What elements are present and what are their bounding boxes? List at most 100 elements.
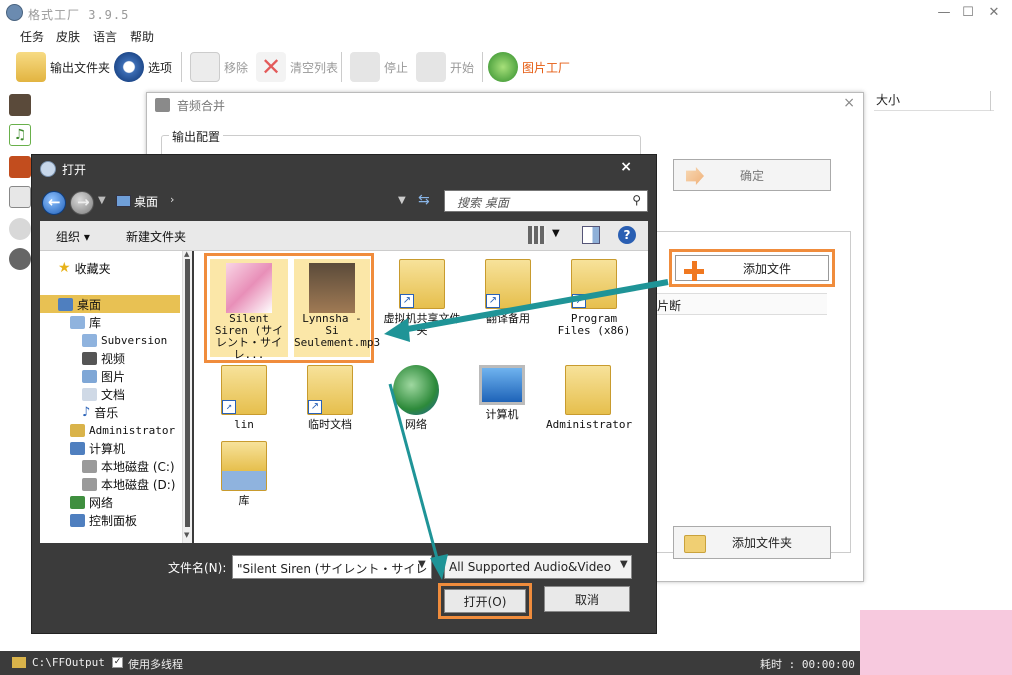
multithread-checkbox[interactable]: ✓ xyxy=(112,657,123,668)
nav-favorites[interactable]: ★ 收藏夹 xyxy=(58,259,111,277)
filename-dropdown-icon[interactable]: ▼ xyxy=(418,559,426,570)
output-path[interactable]: C:\FFOutput xyxy=(32,656,105,669)
merge-close-icon[interactable]: × xyxy=(843,95,855,111)
open-dialog-title: 打开 xyxy=(62,163,87,177)
file-item-network[interactable]: 网络 xyxy=(374,365,458,431)
view-mode-icon[interactable] xyxy=(528,226,546,244)
filename-input[interactable]: "Silent Siren (サイレント・サイレ xyxy=(232,555,432,579)
nav-computer[interactable]: 计算机 xyxy=(70,439,125,457)
add-folder-button[interactable]: 添加文件夹 xyxy=(673,526,831,559)
add-file-button[interactable]: 添加文件 xyxy=(669,249,835,287)
control-panel-icon xyxy=(70,513,85,527)
nav-control-panel[interactable]: 控制面板 xyxy=(70,511,137,529)
back-arrow-icon[interactable]: ← xyxy=(42,191,66,215)
toolbar-separator xyxy=(181,52,182,82)
folder-add-icon xyxy=(684,535,706,553)
clip-column-header[interactable]: 片断 xyxy=(657,297,681,314)
file-grid: Silent Siren (サイレント・サイレ... Lynnsha - Si … xyxy=(194,251,648,543)
nav-label: 图片 xyxy=(101,369,126,384)
file-item-vm-share[interactable]: ↗ 虚拟机共享文件夹 xyxy=(380,259,464,337)
picture-factory-button[interactable]: 图片工厂 xyxy=(488,50,570,84)
search-input[interactable]: 搜索 桌面 ⚲ xyxy=(444,190,648,212)
nav-drive-c[interactable]: 本地磁盘 (C:) xyxy=(82,457,175,475)
nav-subversion[interactable]: Subversion xyxy=(82,331,167,349)
toolbar-separator xyxy=(482,52,483,82)
video-category-icon[interactable] xyxy=(9,94,31,116)
picture-category-icon[interactable] xyxy=(9,156,31,178)
nav-pictures[interactable]: 图片 xyxy=(82,367,125,385)
clear-list-button[interactable]: ✕ 清空列表 xyxy=(256,50,338,84)
computer-icon xyxy=(70,441,85,455)
nav-desktop[interactable]: 桌面 xyxy=(40,295,180,313)
file-item-translate-backup[interactable]: ↗ 翻译备用 xyxy=(466,259,550,325)
stop-button[interactable]: 停止 xyxy=(350,50,408,84)
nav-scrollbar[interactable]: ▲ ▼ xyxy=(182,250,192,543)
nav-network[interactable]: 网络 xyxy=(70,493,113,511)
menubar: 任务 皮肤 语言 帮助 xyxy=(0,26,1012,46)
menu-task[interactable]: 任务 xyxy=(20,28,44,45)
file-item-temp-docs[interactable]: ↗ 临时文档 xyxy=(288,365,372,431)
menu-help[interactable]: 帮助 xyxy=(130,28,154,45)
file-item-computer[interactable]: 计算机 xyxy=(460,365,544,421)
file-item-administrator[interactable]: Administrator xyxy=(546,365,632,431)
file-item-program-files[interactable]: ↗ Program Files (x86) xyxy=(552,259,636,337)
audio-category-icon[interactable]: ♫ xyxy=(9,124,31,146)
file-item-silent-siren[interactable]: Silent Siren (サイレント・サイレ... xyxy=(210,259,288,361)
filetype-dropdown-icon[interactable]: ▼ xyxy=(620,559,628,570)
output-folder-button[interactable]: 输出文件夹 xyxy=(16,50,110,84)
help-icon[interactable]: ? xyxy=(618,226,636,244)
app-title: 格式工厂 3.9.5 xyxy=(28,8,130,22)
options-button[interactable]: 选项 xyxy=(114,50,172,84)
user-folder-icon xyxy=(565,365,611,415)
scrollbar-thumb[interactable] xyxy=(185,259,190,527)
music-note-icon: ♪ xyxy=(82,404,91,420)
new-folder-button[interactable]: 新建文件夹 xyxy=(126,228,186,245)
close-icon[interactable]: ✕ xyxy=(984,4,1004,22)
nav-administrator[interactable]: Administrator xyxy=(70,421,175,439)
folder-icon xyxy=(16,52,46,82)
options-label: 选项 xyxy=(148,60,173,75)
nav-drive-d[interactable]: 本地磁盘 (D:) xyxy=(82,475,175,493)
preview-pane-icon[interactable] xyxy=(582,226,600,244)
open-file-dialog: 打开 × ← → ▼ 桌面 › ▼ ⇆ 搜索 桌面 ⚲ 组织 ▾ 新建文件夹 ▼… xyxy=(31,154,657,634)
tools-category-icon[interactable] xyxy=(9,248,31,270)
address-dropdown-icon[interactable]: ▼ xyxy=(398,195,406,206)
refresh-icon[interactable]: ⇆ xyxy=(418,192,430,208)
open-button[interactable]: 打开(O) xyxy=(438,583,532,619)
merge-icon xyxy=(155,98,170,112)
open-close-icon[interactable]: × xyxy=(620,159,632,175)
minimize-icon[interactable]: — xyxy=(934,4,954,22)
organize-button[interactable]: 组织 ▾ xyxy=(56,228,90,245)
maximize-icon[interactable]: ☐ xyxy=(958,4,978,22)
menu-skin[interactable]: 皮肤 xyxy=(56,28,80,45)
file-item-lynnsha[interactable]: Lynnsha - Si Seulement.mp3 xyxy=(294,259,380,357)
start-button[interactable]: 开始 xyxy=(416,50,474,84)
remove-button[interactable]: 移除 xyxy=(190,50,248,84)
file-item-libraries[interactable]: 库 xyxy=(202,441,286,507)
picture-icon xyxy=(82,369,97,383)
scroll-up-icon[interactable]: ▲ xyxy=(184,250,189,258)
ok-button[interactable]: 确定 xyxy=(673,159,831,191)
history-dropdown-icon[interactable]: ▼ xyxy=(98,195,106,206)
nav-label: 收藏夹 xyxy=(74,261,111,276)
nav-label: 库 xyxy=(89,315,102,330)
nav-music[interactable]: ♪ 音乐 xyxy=(82,403,118,421)
address-chevron-icon[interactable]: › xyxy=(170,193,174,206)
filetype-select[interactable]: All Supported Audio&Video xyxy=(444,555,632,579)
file-item-lin[interactable]: ↗ lin xyxy=(202,365,286,431)
scroll-down-icon[interactable]: ▼ xyxy=(184,531,189,539)
nav-libraries[interactable]: 库 xyxy=(70,313,101,331)
nav-videos[interactable]: 视频 xyxy=(82,349,125,367)
cancel-button[interactable]: 取消 xyxy=(544,586,630,612)
disc-category-icon[interactable] xyxy=(9,218,31,240)
address-bar-location[interactable]: 桌面 xyxy=(134,193,158,210)
forward-arrow-icon[interactable]: → xyxy=(70,191,94,215)
nav-label: 控制面板 xyxy=(89,513,138,528)
document-category-icon[interactable] xyxy=(9,186,31,208)
size-column-header[interactable]: 大小 xyxy=(874,91,994,111)
view-dropdown-icon[interactable]: ▼ xyxy=(552,228,560,239)
menu-language[interactable]: 语言 xyxy=(93,28,117,45)
nav-documents[interactable]: 文档 xyxy=(82,385,125,403)
open-dialog-icon xyxy=(40,161,56,177)
network-globe-icon xyxy=(393,365,439,415)
